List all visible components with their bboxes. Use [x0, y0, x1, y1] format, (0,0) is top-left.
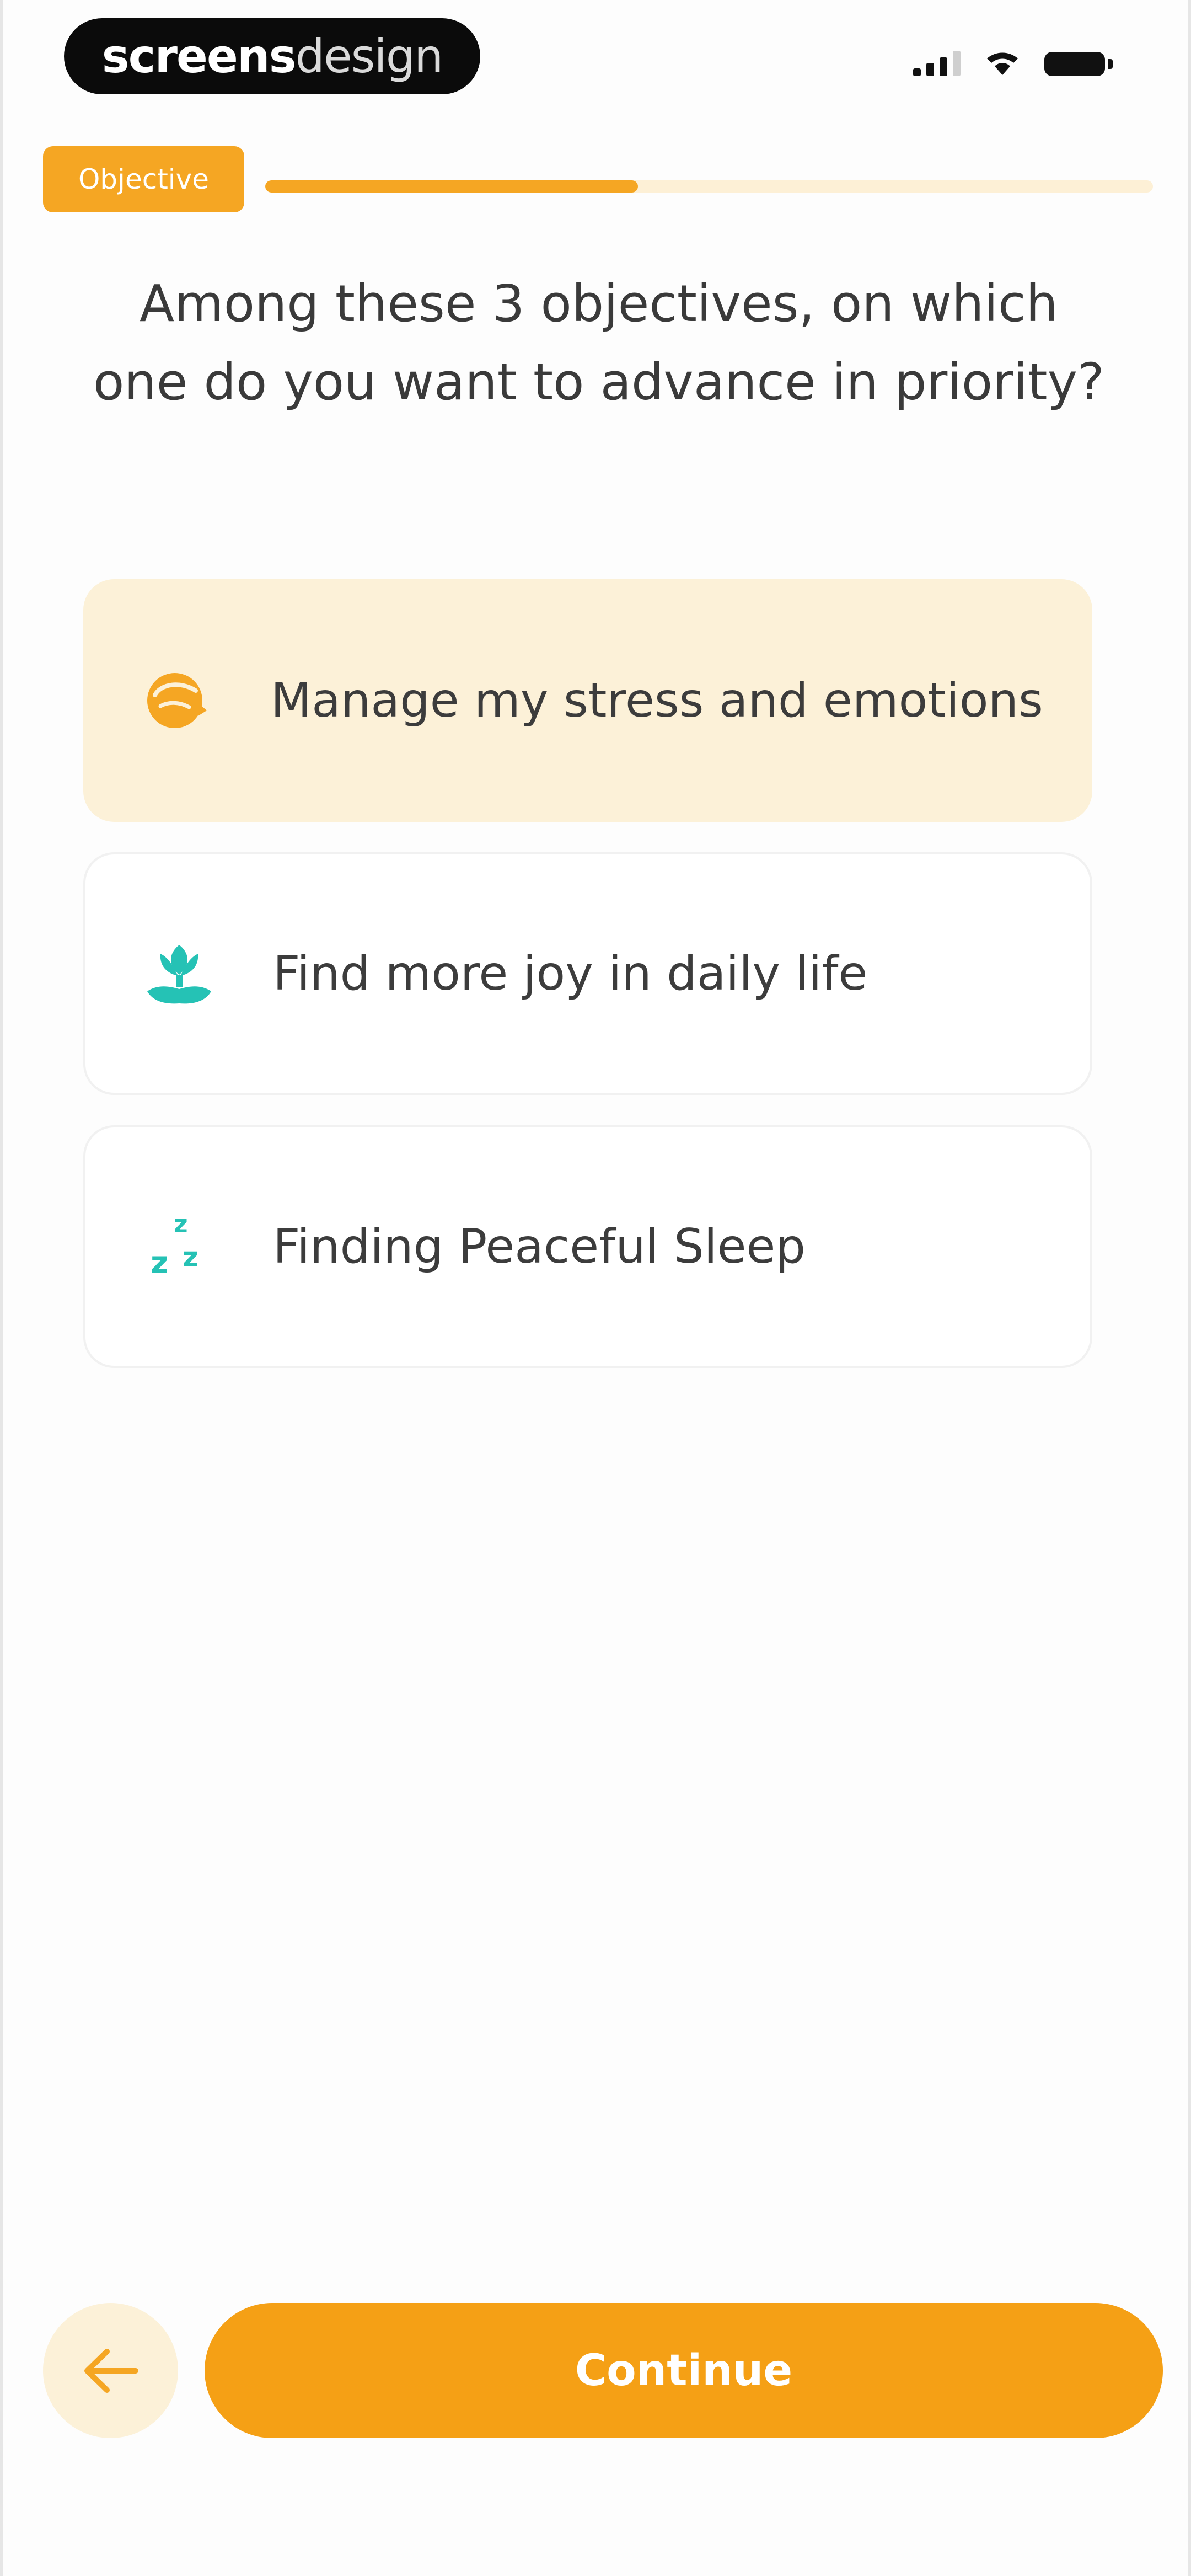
- app-screen: screens design Objective Among these 3 ob…: [0, 0, 1191, 2576]
- wifi-icon: [987, 52, 1018, 75]
- back-button[interactable]: [43, 2303, 178, 2438]
- option-manage-stress[interactable]: Manage my stress and emotions: [83, 579, 1092, 822]
- svg-text:z: z: [174, 1210, 188, 1238]
- step-badge: Objective: [43, 146, 244, 212]
- svg-text:z: z: [183, 1241, 198, 1273]
- svg-text:z: z: [151, 1245, 169, 1281]
- option-label: Finding Peaceful Sleep: [273, 1219, 806, 1274]
- battery-icon: [1044, 52, 1113, 76]
- progress-bar: [265, 180, 1153, 193]
- option-peaceful-sleep[interactable]: z z z Finding Peaceful Sleep: [83, 1125, 1092, 1368]
- stress-head-icon: [138, 661, 216, 740]
- brand-logo: screens design: [64, 18, 480, 94]
- continue-button[interactable]: Continue: [205, 2303, 1163, 2438]
- brand-text-light: design: [295, 29, 444, 83]
- signal-icon: [913, 51, 961, 76]
- option-find-joy[interactable]: Find more joy in daily life: [83, 852, 1092, 1095]
- brand-text-bold: screens: [101, 29, 297, 83]
- option-label: Find more joy in daily life: [273, 946, 868, 1001]
- sleep-zzz-icon: z z z: [141, 1207, 218, 1286]
- status-icons: [913, 50, 1113, 76]
- arrow-left-icon: [84, 2348, 138, 2393]
- question-title: Among these 3 objectives, on which one d…: [93, 274, 1104, 411]
- option-label: Manage my stress and emotions: [271, 673, 1043, 728]
- progress-bar-fill: [265, 180, 639, 193]
- lotus-hand-icon: [141, 934, 218, 1013]
